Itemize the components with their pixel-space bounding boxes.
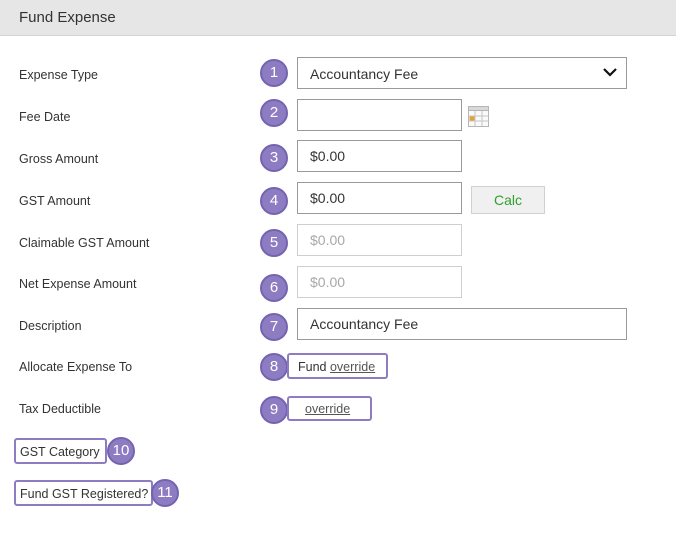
- net-expense-amount-input: [297, 266, 462, 298]
- expense-type-select[interactable]: Accountancy Fee: [297, 57, 627, 89]
- fund-gst-registered-label-box: Fund GST Registered?: [14, 480, 153, 506]
- claimable-gst-amount-label: Claimable GST Amount: [19, 236, 150, 250]
- gross-amount-input[interactable]: [297, 140, 462, 172]
- description-label: Description: [19, 319, 82, 333]
- allocate-expense-to-text: Fund: [298, 360, 327, 374]
- step-badge-10: 10: [107, 437, 135, 465]
- gst-amount-input[interactable]: [297, 182, 462, 214]
- step-badge-11: 11: [151, 479, 179, 507]
- expense-type-label: Expense Type: [19, 68, 98, 82]
- gross-amount-label: Gross Amount: [19, 152, 99, 166]
- gst-amount-label: GST Amount: [19, 194, 91, 208]
- tax-deductible-override-link[interactable]: override: [305, 402, 350, 416]
- fee-date-input[interactable]: [297, 99, 462, 131]
- step-badge-6: 6: [260, 274, 288, 302]
- step-badge-9: 9: [260, 396, 288, 424]
- step-badge-7: 7: [260, 313, 288, 341]
- chevron-down-icon: [603, 68, 617, 77]
- allocate-expense-to-label: Allocate Expense To: [19, 360, 133, 374]
- gst-category-label-box: GST Category: [14, 438, 107, 464]
- step-badge-2: 2: [260, 99, 288, 127]
- step-badge-4: 4: [260, 187, 288, 215]
- step-badge-8: 8: [260, 353, 288, 381]
- net-expense-amount-label: Net Expense Amount: [19, 277, 137, 291]
- fund-gst-registered-label: Fund GST Registered?: [20, 487, 149, 501]
- tax-deductible-value: override: [287, 396, 372, 421]
- fee-date-label: Fee Date: [19, 110, 71, 124]
- step-badge-5: 5: [260, 229, 288, 257]
- claimable-gst-amount-input: [297, 224, 462, 256]
- page-title: Fund Expense: [19, 9, 116, 26]
- allocate-override-link[interactable]: override: [330, 360, 375, 374]
- allocate-expense-to-value: Fund override: [287, 353, 388, 379]
- calendar-icon[interactable]: [468, 106, 489, 127]
- gst-category-label: GST Category: [20, 445, 100, 459]
- page-header: Fund Expense: [0, 0, 676, 36]
- step-badge-1: 1: [260, 59, 288, 87]
- description-input[interactable]: [297, 308, 627, 340]
- tax-deductible-label: Tax Deductible: [19, 402, 101, 416]
- calc-button[interactable]: Calc: [471, 186, 545, 214]
- step-badge-3: 3: [260, 144, 288, 172]
- expense-type-value: Accountancy Fee: [310, 66, 419, 82]
